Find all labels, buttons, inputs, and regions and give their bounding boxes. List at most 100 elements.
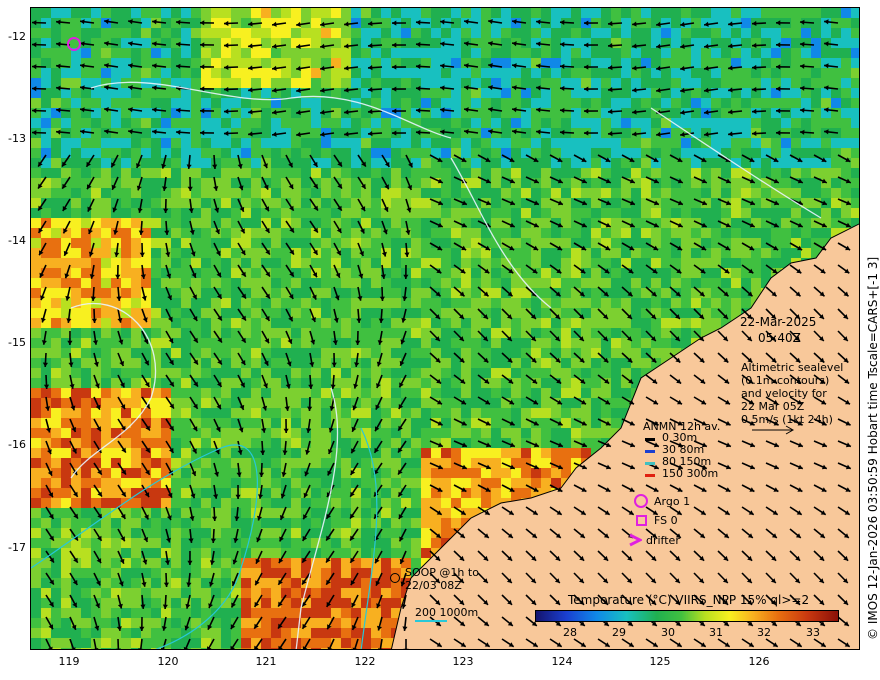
sst-cell [241, 258, 251, 268]
sst-cell [551, 308, 561, 318]
sst-cell [251, 418, 261, 428]
sst-cell [501, 8, 511, 18]
sst-cell [791, 48, 801, 58]
sst-cell [331, 558, 341, 568]
sst-cell [321, 248, 331, 258]
sst-cell [551, 28, 561, 38]
sst-cell [441, 248, 451, 258]
sst-cell [101, 208, 111, 218]
sst-cell [741, 188, 751, 198]
sst-cell [91, 368, 101, 378]
sst-cell [151, 218, 161, 228]
sst-cell [91, 588, 101, 598]
sst-cell [361, 388, 371, 398]
sst-cell [281, 328, 291, 338]
sst-cell [381, 478, 391, 488]
sst-cell [181, 238, 191, 248]
sst-cell [821, 78, 831, 88]
sst-cell [421, 98, 431, 108]
sst-cell [311, 458, 321, 468]
sst-cell [561, 158, 571, 168]
sst-cell [291, 498, 301, 508]
sst-cell [641, 268, 651, 278]
sst-cell [221, 348, 231, 358]
sst-cell [161, 278, 171, 288]
sst-cell [181, 218, 191, 228]
sst-cell [61, 278, 71, 288]
sst-cell [81, 278, 91, 288]
sst-cell [311, 118, 321, 128]
sst-cell [481, 98, 491, 108]
sst-cell [691, 248, 701, 258]
sst-cell [391, 328, 401, 338]
sst-cell [81, 218, 91, 228]
sst-cell [321, 318, 331, 328]
sst-cell [31, 288, 41, 298]
sst-cell [111, 428, 121, 438]
sst-cell [131, 608, 141, 618]
sst-cell [151, 398, 161, 408]
sst-cell [711, 248, 721, 258]
sst-cell [411, 418, 421, 428]
sst-cell [81, 8, 91, 18]
sst-cell [71, 328, 81, 338]
sst-cell [731, 288, 741, 298]
sst-cell [241, 218, 251, 228]
sst-cell [601, 388, 611, 398]
sst-cell [151, 328, 161, 338]
sst-cell [201, 258, 211, 268]
sst-cell [461, 48, 471, 58]
sst-cell [101, 268, 111, 278]
sst-cell [691, 318, 701, 328]
sst-cell [281, 28, 291, 38]
sst-cell [251, 118, 261, 128]
sst-cell [41, 78, 51, 88]
sst-cell [641, 278, 651, 288]
sst-cell [311, 568, 321, 578]
sst-cell [131, 428, 141, 438]
sst-cell [731, 208, 741, 218]
sst-cell [551, 18, 561, 28]
sst-cell [491, 278, 501, 288]
sst-cell [821, 18, 831, 28]
sst-cell [261, 48, 271, 58]
sst-cell [201, 48, 211, 58]
sst-cell [61, 568, 71, 578]
sst-cell [471, 218, 481, 228]
sst-cell [851, 48, 859, 58]
sst-cell [541, 408, 551, 418]
sst-cell [651, 138, 661, 148]
sst-cell [661, 198, 671, 208]
sst-cell [231, 478, 241, 488]
sst-cell [311, 168, 321, 178]
sst-cell [131, 8, 141, 18]
sst-cell [381, 378, 391, 388]
sst-cell [461, 98, 471, 108]
sst-cell [671, 208, 681, 218]
sst-cell [531, 28, 541, 38]
sst-cell [361, 218, 371, 228]
sst-cell [521, 468, 531, 478]
sst-cell [161, 38, 171, 48]
sst-cell [771, 168, 781, 178]
sst-cell [271, 268, 281, 278]
sst-cell [421, 338, 431, 348]
sst-cell [201, 438, 211, 448]
sst-cell [201, 288, 211, 298]
sst-cell [591, 98, 601, 108]
sst-cell [141, 108, 151, 118]
sst-cell [201, 98, 211, 108]
sst-cell [61, 468, 71, 478]
sst-cell [191, 198, 201, 208]
sst-cell [201, 78, 211, 88]
sst-cell [241, 238, 251, 248]
sst-cell [101, 158, 111, 168]
sst-cell [191, 278, 201, 288]
sst-cell [541, 68, 551, 78]
sst-cell [261, 318, 271, 328]
sst-cell [361, 528, 371, 538]
sst-cell [141, 168, 151, 178]
sst-cell [101, 198, 111, 208]
sst-cell [481, 428, 491, 438]
sst-cell [561, 308, 571, 318]
